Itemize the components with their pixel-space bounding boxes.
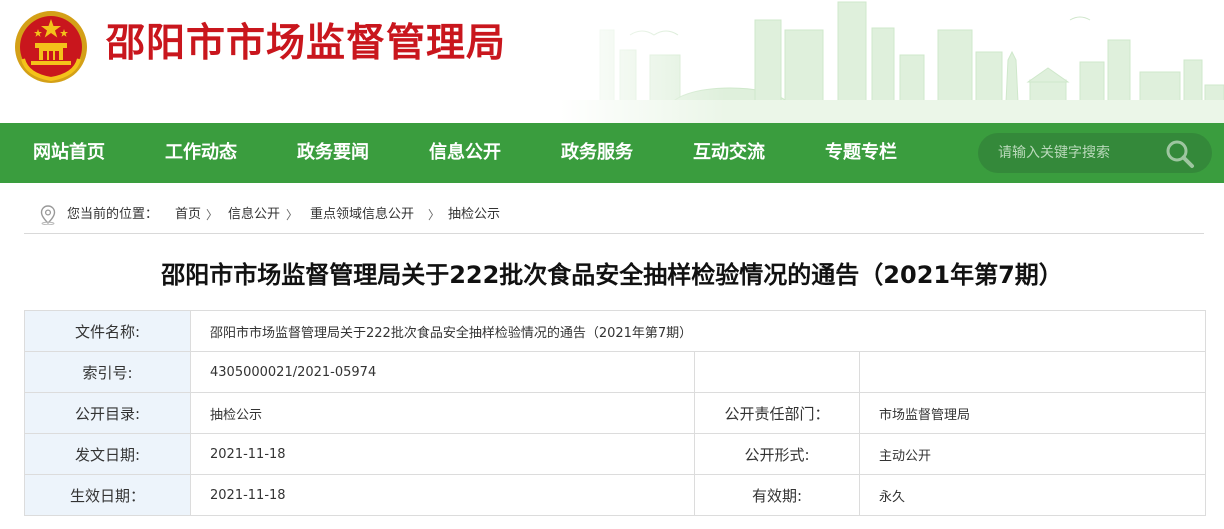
table-row: 生效日期： 2021-11-18 有效期: 永久 — [24, 474, 1206, 516]
breadcrumb: 您当前的位置： 首页 〉 信息公开 〉 重点领域信息公开 〉 抽检公示 — [24, 196, 1204, 234]
site-title: 邵阳市市场监督管理局 — [106, 21, 507, 66]
nav-item-home[interactable]: 网站首页 — [33, 123, 105, 183]
breadcrumb-prefix: 您当前的位置： — [67, 207, 159, 222]
nav-item-gov-services[interactable]: 政务服务 — [561, 123, 633, 183]
empty-cell — [694, 351, 860, 393]
breadcrumb-item-info-disclosure[interactable]: 信息公开 — [228, 206, 280, 224]
breadcrumb-item-inspection[interactable]: 抽检公示 — [448, 206, 500, 224]
nav-item-work-news[interactable]: 工作动态 — [165, 123, 237, 183]
national-emblem-icon — [15, 11, 87, 83]
file-name-value: 邵阳市市场监督管理局关于222批次食品安全抽样检验情况的通告（2021年第7期） — [190, 310, 1206, 352]
issue-date-value: 2021-11-18 — [190, 433, 695, 475]
validity-label: 有效期: — [694, 474, 860, 516]
breadcrumb-separator: 〉 — [428, 208, 441, 222]
nav-item-special-topics[interactable]: 专题专栏 — [825, 123, 897, 183]
table-row: 发文日期: 2021-11-18 公开形式: 主动公开 — [24, 433, 1206, 475]
search-input[interactable] — [998, 133, 1158, 173]
breadcrumb-separator: 〉 — [206, 208, 219, 222]
dept-label: 公开责任部门： — [694, 392, 860, 434]
form-label: 公开形式: — [694, 433, 860, 475]
nav-item-info-disclosure[interactable]: 信息公开 — [429, 123, 501, 183]
nav-item-interaction[interactable]: 互动交流 — [693, 123, 765, 183]
effective-date-value: 2021-11-18 — [190, 474, 695, 516]
validity-value: 永久 — [859, 474, 1206, 516]
breadcrumb-item-key-areas[interactable]: 重点领域信息公开 — [310, 206, 414, 224]
article-title: 邵阳市市场监督管理局关于222批次食品安全抽样检验情况的通告（2021年第7期） — [161, 261, 1063, 289]
site-header: 邵阳市市场监督管理局 — [0, 0, 1224, 123]
catalog-label: 公开目录: — [24, 392, 191, 434]
issue-date-label: 发文日期: — [24, 433, 191, 475]
index-label: 索引号: — [24, 351, 191, 393]
empty-cell — [859, 351, 1206, 393]
index-value: 4305000021/2021-05974 — [190, 351, 695, 393]
table-row: 文件名称: 邵阳市市场监督管理局关于222批次食品安全抽样检验情况的通告（202… — [24, 310, 1206, 352]
search-icon[interactable] — [1165, 139, 1195, 169]
location-pin-icon — [40, 205, 56, 225]
document-meta-table: 文件名称: 邵阳市市场监督管理局关于222批次食品安全抽样检验情况的通告（202… — [24, 310, 1206, 516]
breadcrumb-separator: 〉 — [286, 208, 299, 222]
nav-item-gov-news[interactable]: 政务要闻 — [297, 123, 369, 183]
breadcrumb-item-home[interactable]: 首页 — [175, 206, 201, 224]
file-name-label: 文件名称: — [24, 310, 191, 352]
dept-value: 市场监督管理局 — [859, 392, 1206, 434]
catalog-value: 抽检公示 — [190, 392, 695, 434]
form-value: 主动公开 — [859, 433, 1206, 475]
table-row: 公开目录: 抽检公示 公开责任部门： 市场监督管理局 — [24, 392, 1206, 434]
table-row: 索引号: 4305000021/2021-05974 — [24, 351, 1206, 393]
city-skyline-illustration — [560, 0, 1224, 123]
effective-date-label: 生效日期： — [24, 474, 191, 516]
